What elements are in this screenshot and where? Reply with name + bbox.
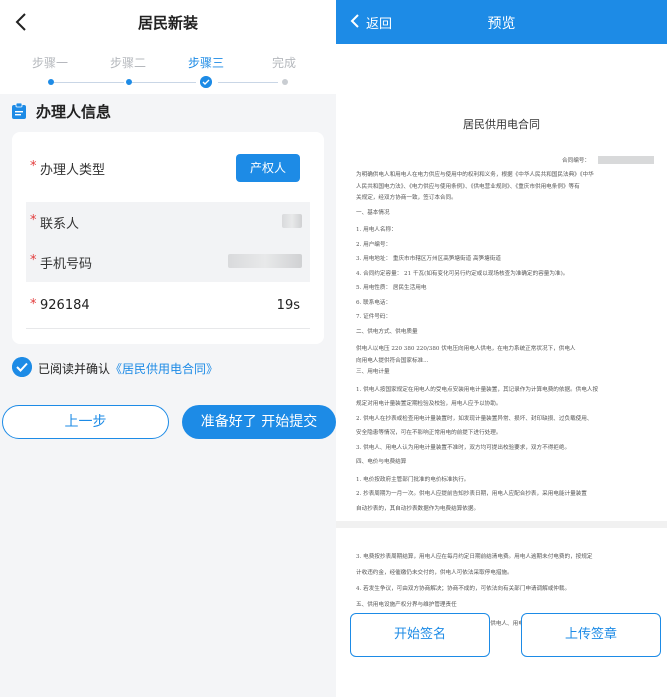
section-title: 办理人信息 <box>36 103 112 121</box>
page-title: 预览 <box>487 16 516 32</box>
contract-line: 五、供用电设施产权分界与维护管理责任 <box>356 602 457 608</box>
clipboard-icon <box>12 103 26 119</box>
redacted-contract-no <box>598 156 654 164</box>
contract-line: 1. 电价按政府主管部门批准的电价标准执行。 <box>356 476 470 483</box>
contract-line: 四、电价与电费结算 <box>356 459 407 465</box>
contract-line: 三、用电计量 <box>356 369 390 375</box>
divider <box>26 328 310 329</box>
contract-line: 关规定，经双方协商一致，签订本合同。 <box>356 195 457 201</box>
contract-line: 自动抄表的，其自动抄表数据作为电费结算依据。 <box>356 505 480 512</box>
page-title: 居民新装 <box>137 14 198 32</box>
left-panel: 居民新装 步骤一 步骤二 步骤三 完成 办理人信息 * 办理人类型 产权人 * <box>0 0 336 697</box>
verification-row: * 926184 19s <box>26 286 310 326</box>
step-1-dot <box>48 79 54 85</box>
contract-line: 规定对用电计量装置定期检验及校验，用电人应予以协助。 <box>356 401 502 407</box>
required-mark: * <box>30 253 37 268</box>
start-sign-button[interactable]: 开始签名 <box>350 613 490 657</box>
phone-label: 手机号码 <box>40 257 93 272</box>
step-4-dot <box>282 79 288 85</box>
contract-line: 3. 电费按抄表周期结算，用电人应在每月约定日期前结清电费。用电人逾期未付电费的… <box>356 554 593 560</box>
right-panel: 返回 预览 居民供用电合同 合同编号： 为明确供电人和用电人在电力供应与使用中的… <box>336 0 667 697</box>
step-2-label: 步骤二 <box>109 56 146 70</box>
countdown-timer: 19s <box>276 298 300 313</box>
agent-info-card: * 办理人类型 产权人 * 联系人 * 手机号码 * 926184 19s <box>12 132 324 344</box>
check-circle-icon[interactable] <box>12 357 32 377</box>
step-1-label: 步骤一 <box>31 56 68 70</box>
required-mark: * <box>30 213 37 228</box>
step-4-label: 完成 <box>271 56 296 70</box>
redacted-phone <box>228 254 302 268</box>
step-connector <box>54 82 124 83</box>
contact-row[interactable]: * 联系人 <box>26 202 310 242</box>
agreement-prefix: 已阅读并确认 <box>38 362 111 376</box>
top-bar: 居民新装 <box>0 0 336 44</box>
phone-row[interactable]: * 手机号码 <box>26 242 310 282</box>
agent-type-label: 办理人类型 <box>40 163 106 178</box>
contract-line: 人民共和国电力法》、《电力供应与使用条例》、《供电营业规则》、《重庆市供用电条例… <box>356 183 580 190</box>
contract-line: 二、供电方式、供电质量 <box>356 328 418 335</box>
step-connector <box>132 82 196 83</box>
contract-line: 6. 联系电话： <box>356 299 392 306</box>
contact-label: 联系人 <box>40 217 80 232</box>
step-connector <box>218 82 278 83</box>
upload-seal-button[interactable]: 上传签章 <box>521 613 661 657</box>
contract-line: 4. 若发生争议，可由双方协商解决；协商不成的，可依法向有关部门申请调解或仲裁。 <box>356 586 571 592</box>
required-mark: * <box>30 159 37 174</box>
contract-link[interactable]: 《居民供用电合同》 <box>110 362 218 376</box>
redacted-contact <box>282 214 302 228</box>
agreement-text: 已阅读并确认《居民供用电合同》 <box>38 360 218 377</box>
contract-line: 安全隐患等情况，可在不影响正常用电的前提下进行处理。 <box>356 430 502 436</box>
contract-line: 计收违约金，经催缴仍未交付的，供电人可依法采取停电措施。 <box>356 570 513 576</box>
contract-line: 1. 用电人名称： <box>356 227 397 233</box>
contract-line: 2. 抄表周期为一月一次。供电人应提前告知抄表日期，用电人应配合抄表，采用电能计… <box>356 491 587 497</box>
agent-type-row: * 办理人类型 产权人 <box>26 148 310 188</box>
contract-line: 1. 供电人按国家规定在用电人的受电点安装用电计量装置，其记录作为计算电费的依据… <box>356 386 599 393</box>
contract-line: 3. 用电地址： 重庆市市辖区万州区高笋塘街道 高笋塘街道 <box>356 256 501 262</box>
contract-line: 2. 供电人在抄表或检查用电计量装置时，如发现计量装置异常、损坏、封印缺损、过负… <box>356 415 593 422</box>
contract-line: 4. 合同约定容量： 21 千瓦(如有变化可另行约定或以现场核查为准确定的容量为… <box>356 270 569 277</box>
submit-button[interactable]: 准备好了 开始提交 <box>182 405 336 439</box>
contract-line: 3. 供电人、用电人认为用电计量装置不准时，双方均可提出校验要求，双方不得拒绝。 <box>356 444 571 451</box>
prev-step-button[interactable]: 上一步 <box>2 405 169 439</box>
contract-line: 为明确供电人和用电人在电力供应与使用中的权利和义务，根据《中华人民共和国民法典》… <box>356 172 594 178</box>
stepper: 步骤一 步骤二 步骤三 完成 <box>0 44 336 94</box>
contract-no-label: 合同编号： <box>562 158 590 164</box>
contract-line: 供电人以电压 220 380 220/380 伏电压向用电人供电，在电力系统正常… <box>356 346 576 352</box>
owner-button[interactable]: 产权人 <box>236 154 300 182</box>
contract-line: 向用电人提供符合国家标准... <box>356 357 429 364</box>
step-3-label: 步骤三 <box>187 56 224 70</box>
top-bar: 返回 预览 <box>336 0 667 44</box>
required-mark: * <box>30 297 37 312</box>
contract-line: 2. 用户编号： <box>356 241 392 248</box>
contract-line: 一、基本情况 <box>356 209 390 216</box>
contract-line: 7. 证件号码： <box>356 314 392 320</box>
contract-title: 居民供用电合同 <box>463 118 540 131</box>
step-2-dot <box>126 79 132 85</box>
contract-page-1[interactable]: 居民供用电合同 合同编号： 为明确供电人和用电人在电力供应与使用中的权利和义务，… <box>336 44 667 521</box>
contract-line: 5. 用电性质： 居民生活用电 <box>356 285 427 291</box>
verification-code-input[interactable]: 926184 <box>40 298 90 313</box>
check-circle-icon <box>200 76 212 88</box>
